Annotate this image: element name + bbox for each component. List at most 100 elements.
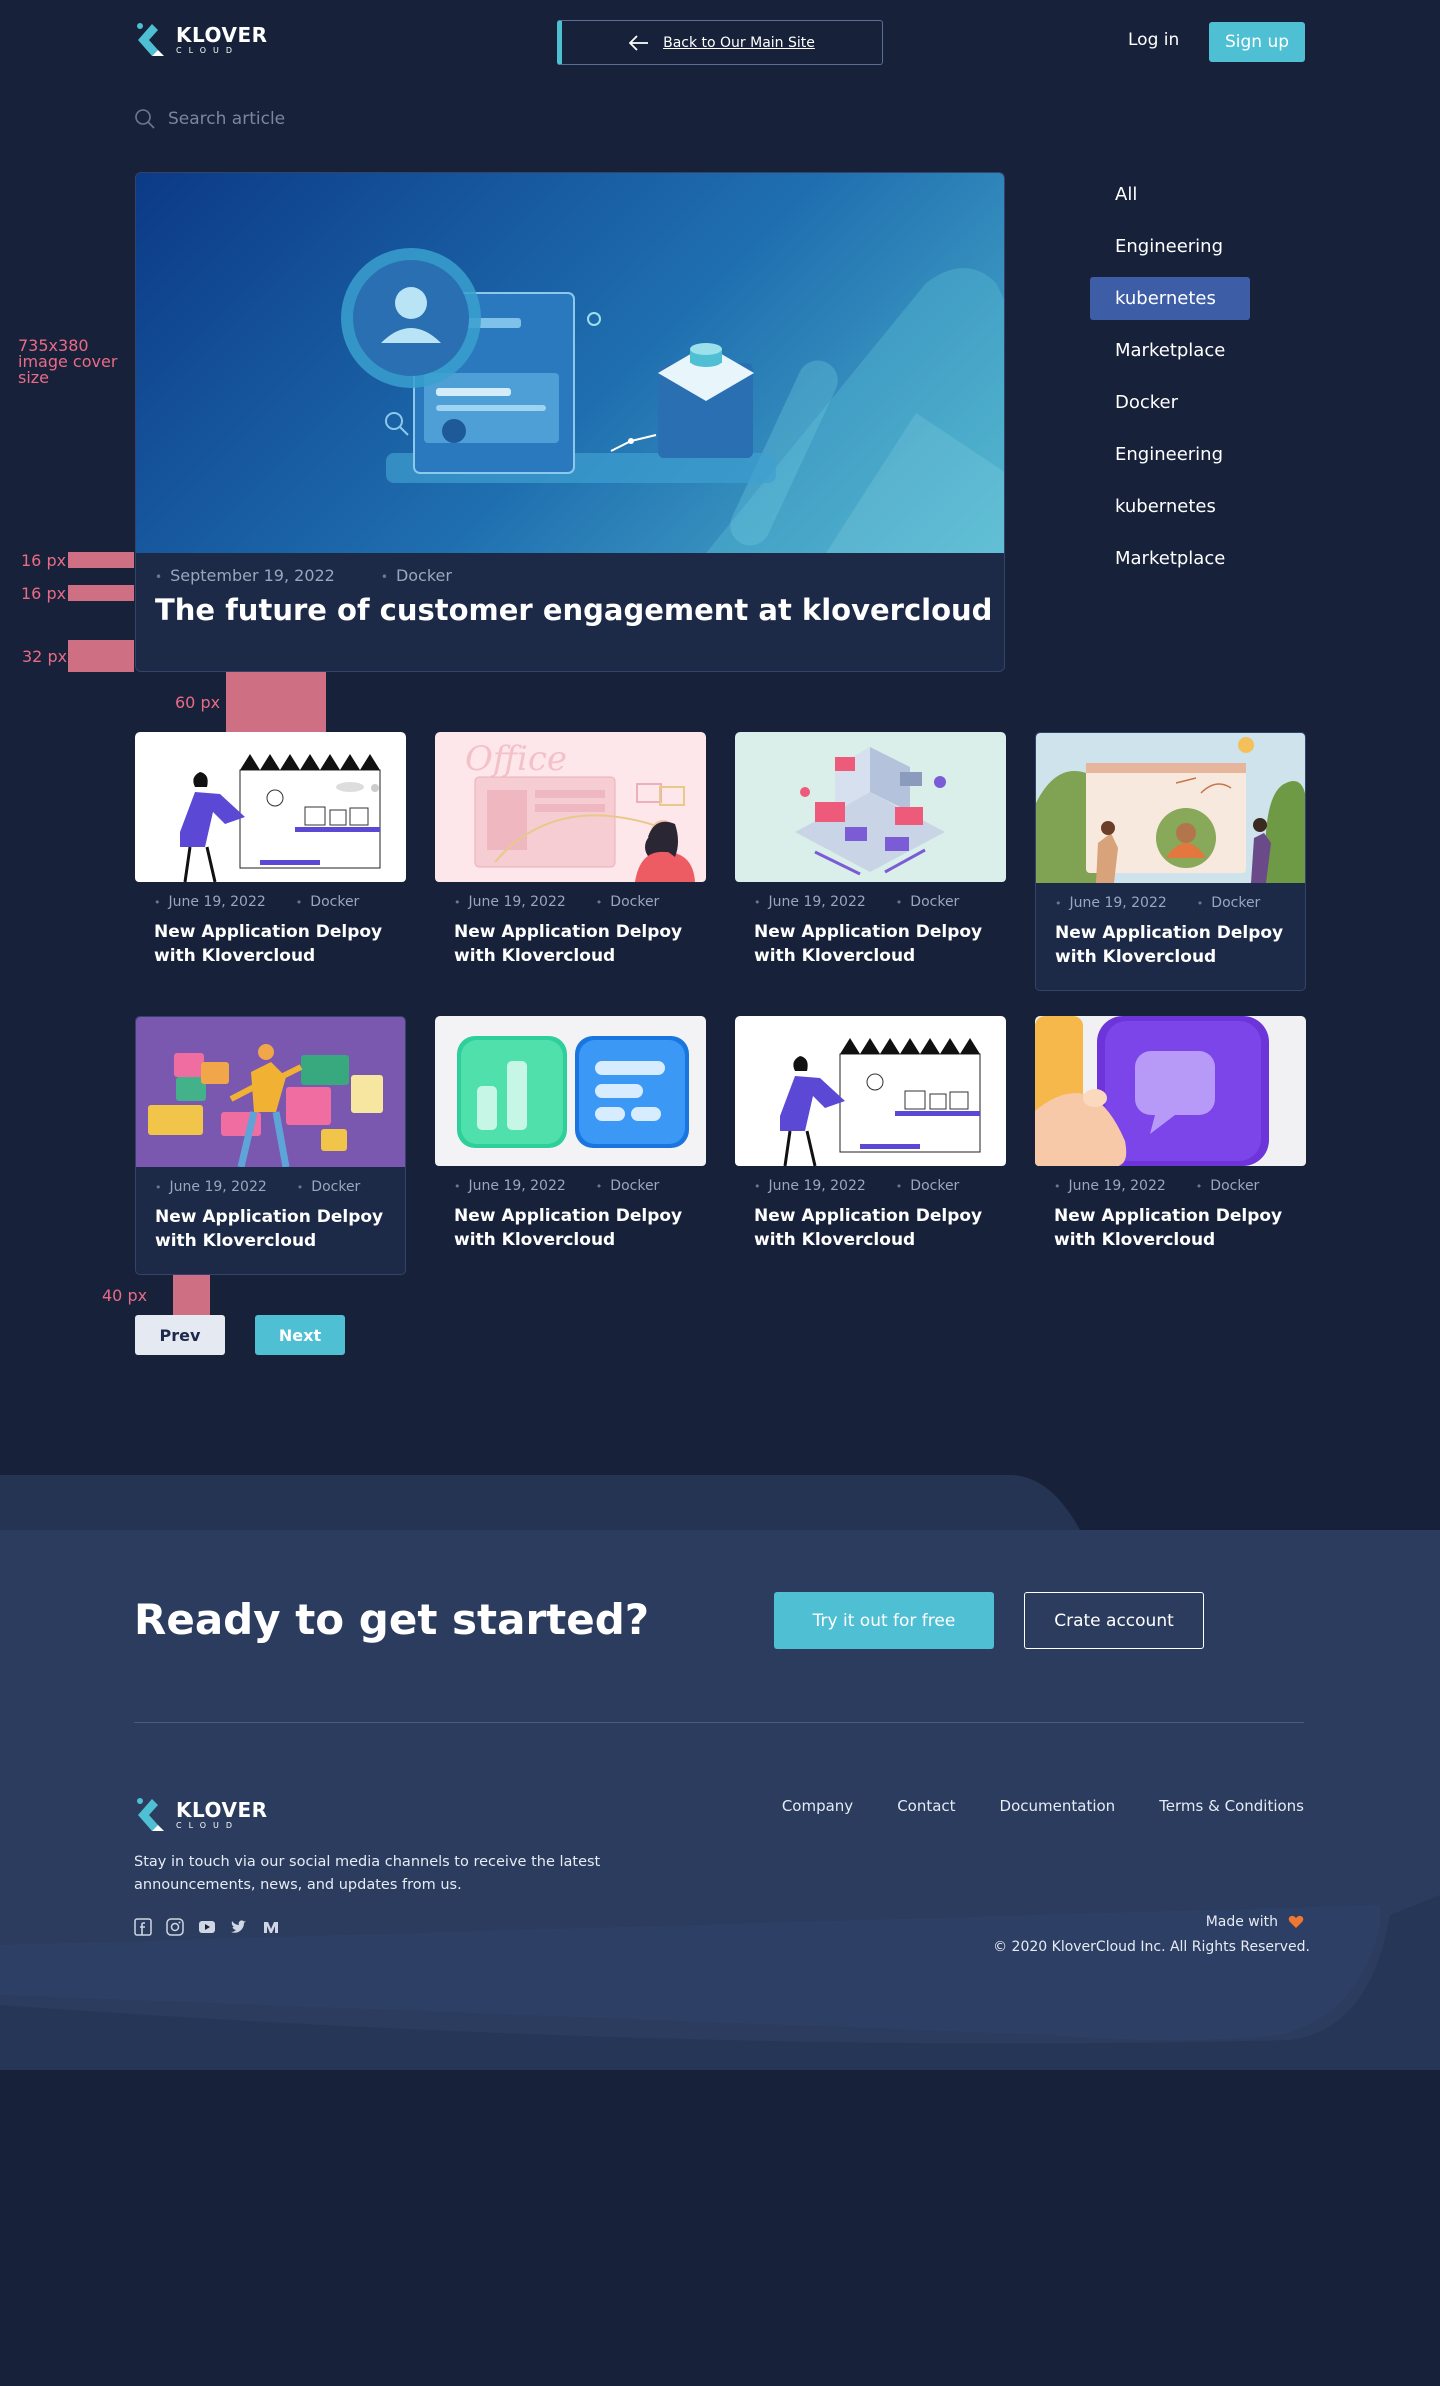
category-item[interactable]: Docker (1090, 381, 1250, 424)
facebook-icon[interactable] (134, 1918, 152, 1936)
card-title[interactable]: New Application Delpoy with Klovercloud (155, 1205, 395, 1253)
search-bar[interactable]: Search article (134, 108, 285, 130)
made-with-label: Made with (1205, 1914, 1278, 1930)
card-date: June 19, 2022 (454, 894, 566, 910)
featured-cover-image (136, 173, 1004, 553)
footer-divider (134, 1722, 1304, 1723)
card-thumbnail: Office (435, 732, 706, 882)
card-thumbnail (1035, 1016, 1306, 1166)
annotation-bar-60 (226, 672, 326, 732)
card-date: June 19, 2022 (754, 1178, 866, 1194)
category-item[interactable]: kubernetes (1090, 485, 1250, 528)
card-date: June 19, 2022 (754, 894, 866, 910)
footer-links: Company Contact Documentation Terms & Co… (782, 1797, 1304, 1815)
signup-button[interactable]: Sign up (1209, 22, 1305, 62)
article-card[interactable]: June 19, 2022 Docker New Application Delp… (435, 1016, 706, 1275)
annotation-gap-16a: 16 px (21, 551, 67, 570)
card-tag[interactable]: Docker (296, 894, 359, 910)
featured-title[interactable]: The future of customer engagement at klo… (155, 593, 992, 627)
footer-link-documentation[interactable]: Documentation (1000, 1797, 1116, 1815)
made-with: Made with (1206, 1914, 1304, 1930)
featured-article[interactable]: September 19, 2022 Docker The future of … (135, 172, 1005, 672)
card-thumbnail (735, 1016, 1006, 1166)
card-thumbnail (136, 1017, 405, 1167)
article-card[interactable]: June 19, 2022 Docker New Application Delp… (735, 732, 1006, 991)
svg-text:Office: Office (465, 739, 567, 779)
article-card[interactable]: June 19, 2022 Docker New Application Delp… (135, 732, 406, 991)
annotation-gap-16b: 16 px (21, 584, 67, 603)
annotation-gap-60: 60 px (175, 693, 221, 712)
cta-title: Ready to get started? (134, 1595, 650, 1644)
annotation-bar-16b (68, 585, 134, 601)
twitter-icon[interactable] (230, 1918, 248, 1936)
heart-icon (1288, 1915, 1304, 1928)
category-item-active[interactable]: kubernetes (1090, 277, 1250, 320)
card-date: June 19, 2022 (1055, 895, 1167, 911)
card-thumbnail (735, 732, 1006, 882)
footer-link-company[interactable]: Company (782, 1797, 853, 1815)
annotation-bar-40 (173, 1275, 210, 1315)
card-tag[interactable]: Docker (1196, 1178, 1259, 1194)
social-links (134, 1918, 280, 1936)
medium-icon[interactable] (262, 1918, 280, 1936)
footer-link-contact[interactable]: Contact (897, 1797, 955, 1815)
card-tag[interactable]: Docker (297, 1179, 360, 1195)
article-card[interactable]: June 19, 2022 Docker New Application Delp… (135, 1016, 406, 1275)
card-tag[interactable]: Docker (596, 1178, 659, 1194)
back-to-main-site-label: Back to Our Main Site (663, 34, 815, 51)
category-item[interactable]: All (1090, 173, 1250, 216)
card-tag[interactable]: Docker (596, 894, 659, 910)
try-free-button[interactable]: Try it out for free (774, 1592, 994, 1649)
article-card[interactable]: June 19, 2022 Docker New Application Delp… (1035, 732, 1306, 991)
article-card[interactable]: June 19, 2022 Docker New Application Delp… (1035, 1016, 1306, 1275)
featured-tag[interactable]: Docker (381, 566, 452, 585)
card-title[interactable]: New Application Delpoy with Klovercloud (754, 1204, 994, 1252)
article-card[interactable]: Office June 19, 2022 Docker New Applicati… (435, 732, 706, 991)
category-item[interactable]: Engineering (1090, 225, 1250, 268)
card-date: June 19, 2022 (1054, 1178, 1166, 1194)
card-title[interactable]: New Application Delpoy with Klovercloud (1054, 1204, 1294, 1252)
card-date: June 19, 2022 (155, 1179, 267, 1195)
card-tag[interactable]: Docker (896, 1178, 959, 1194)
annotation-bar-16a (68, 552, 134, 568)
category-item[interactable]: Marketplace (1090, 329, 1250, 372)
annotation-cover-size: 735x380 image cover size (18, 336, 118, 387)
footer-logo[interactable]: KLOVER CLOUD (134, 1795, 268, 1835)
card-thumbnail (435, 1016, 706, 1166)
footer-link-terms[interactable]: Terms & Conditions (1159, 1797, 1304, 1815)
create-account-button[interactable]: Crate account (1024, 1592, 1204, 1649)
search-icon (135, 109, 155, 129)
instagram-icon[interactable] (166, 1918, 184, 1936)
footer-background (0, 1475, 1440, 2070)
search-input[interactable]: Search article (168, 109, 285, 129)
category-item[interactable]: Marketplace (1090, 537, 1250, 580)
card-title[interactable]: New Application Delpoy with Klovercloud (454, 920, 694, 968)
arrow-left-icon (629, 34, 649, 51)
category-list: All Engineering kubernetes Marketplace D… (1090, 173, 1250, 589)
back-to-main-site-button[interactable]: Back to Our Main Site (557, 20, 883, 65)
article-card[interactable]: June 19, 2022 Docker New Application Delp… (735, 1016, 1006, 1275)
logo[interactable]: KLOVER CLOUD (134, 20, 268, 60)
prev-button[interactable]: Prev (135, 1315, 225, 1355)
logo-word: KLOVER (176, 23, 268, 47)
logo-mark-icon (137, 23, 164, 56)
card-date: June 19, 2022 (154, 894, 266, 910)
featured-date: September 19, 2022 (155, 566, 335, 585)
annotation-bar-32 (68, 640, 134, 672)
logo-mark-icon (137, 1798, 164, 1831)
card-tag[interactable]: Docker (1197, 895, 1260, 911)
logo-word: KLOVER (176, 1798, 268, 1822)
card-title[interactable]: New Application Delpoy with Klovercloud (1055, 921, 1295, 969)
category-item[interactable]: Engineering (1090, 433, 1250, 476)
youtube-icon[interactable] (198, 1918, 216, 1936)
card-title[interactable]: New Application Delpoy with Klovercloud (754, 920, 994, 968)
card-title[interactable]: New Application Delpoy with Klovercloud (154, 920, 394, 968)
card-thumbnail (1036, 733, 1305, 883)
card-title[interactable]: New Application Delpoy with Klovercloud (454, 1204, 694, 1252)
card-thumbnail (135, 732, 406, 882)
card-tag[interactable]: Docker (896, 894, 959, 910)
annotation-gap-40: 40 px (102, 1286, 148, 1305)
logo-sub: CLOUD (176, 1821, 240, 1830)
login-link[interactable]: Log in (1128, 30, 1179, 50)
next-button[interactable]: Next (255, 1315, 345, 1355)
